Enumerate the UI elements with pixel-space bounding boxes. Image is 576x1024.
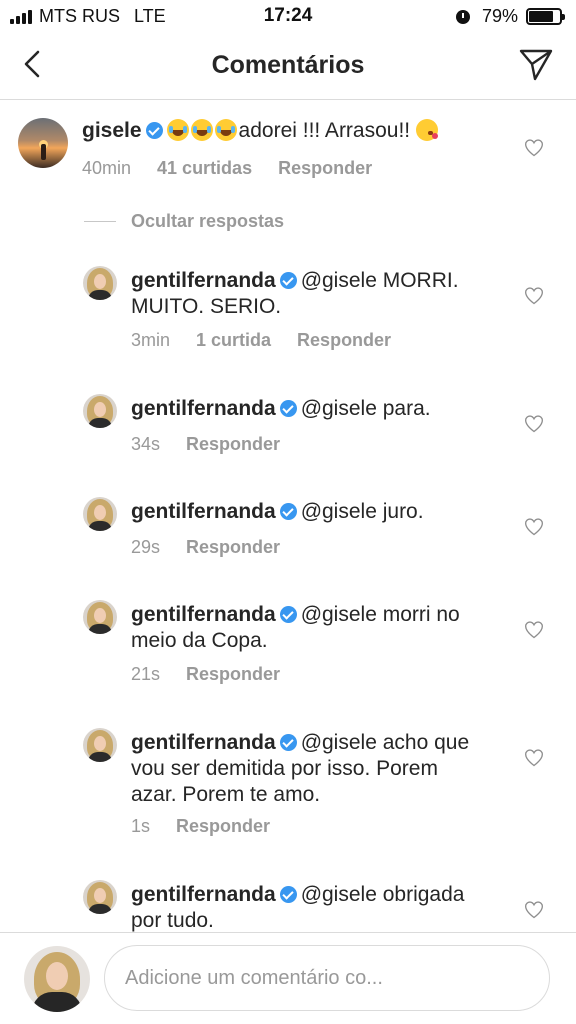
heart-outline-icon[interactable] (524, 414, 544, 434)
reply-body: azar. Porem te amo. (131, 783, 321, 806)
battery-percent: 79% (481, 6, 518, 26)
reply-button[interactable]: Responder (186, 664, 280, 685)
reply-username[interactable]: gentilfernanda (131, 397, 276, 420)
reply-meta: 29s Responder (131, 537, 280, 558)
reply-time: 3min (131, 330, 171, 350)
laughing-emoji-icon (190, 119, 213, 141)
likes-count[interactable]: 1 curtida (196, 330, 271, 351)
top-nav-bar: Comentários (0, 34, 576, 100)
heart-outline-icon[interactable] (524, 748, 544, 768)
reply-text: gentilfernanda @gisele acho que vou ser d… (131, 730, 469, 808)
reply-body: obrigada (382, 883, 465, 906)
reply-text: gentilfernanda @gisele para. (131, 396, 431, 422)
status-bar: MTS RUS LTE 17:24 79% (0, 0, 576, 34)
current-user-avatar (24, 946, 90, 1012)
avatar[interactable] (83, 266, 117, 300)
reply-button[interactable]: Responder (176, 816, 270, 837)
mention-link[interactable]: @gisele (301, 500, 377, 523)
avatar[interactable] (83, 497, 117, 531)
reply-meta: 1s Responder (131, 816, 270, 837)
battery-icon (526, 8, 565, 25)
verified-badge-icon (279, 503, 297, 520)
reply-text: gentilfernanda @gisele juro. (131, 499, 424, 525)
reply-body: MUITO. SERIO. (131, 295, 282, 318)
reply-time: 21s (131, 664, 161, 684)
reply-text: gentilfernanda @gisele MORRI. MUITO. SERI… (131, 268, 459, 320)
reply-body: MORRI. (382, 269, 459, 292)
laughing-emoji-icon (214, 119, 237, 141)
reply-text: gentilfernanda @gisele morri no meio da C… (131, 602, 460, 654)
divider-line (84, 221, 116, 222)
reply-body: vou ser demitida por isso. Porem (131, 757, 438, 780)
comment-meta: 40min 41 curtidas Responder (82, 158, 372, 179)
kiss-emoji-icon (415, 119, 438, 141)
verified-badge-icon (279, 272, 297, 289)
hide-replies-toggle[interactable]: Ocultar respostas (84, 211, 284, 232)
avatar[interactable] (83, 880, 117, 914)
avatar[interactable] (83, 728, 117, 762)
comment-input[interactable] (104, 945, 550, 1011)
reply-body: meio da Copa. (131, 629, 268, 652)
reply-time: 1s (131, 816, 151, 836)
status-right: 79% (455, 6, 565, 27)
mention-link[interactable]: @gisele (301, 603, 377, 626)
reply-time: 29s (131, 537, 161, 557)
comment-composer (0, 932, 576, 1024)
reply-username[interactable]: gentilfernanda (131, 883, 276, 906)
laughing-emoji-icon (166, 119, 189, 141)
mention-link[interactable]: @gisele (301, 731, 377, 754)
reply-username[interactable]: gentilfernanda (131, 500, 276, 523)
verified-badge-icon (279, 400, 297, 417)
reply-username[interactable]: gentilfernanda (131, 731, 276, 754)
reply-button[interactable]: Responder (186, 434, 280, 455)
verified-badge-icon (279, 886, 297, 903)
reply-meta: 34s Responder (131, 434, 280, 455)
heart-outline-icon[interactable] (524, 900, 544, 920)
comment-username[interactable]: gisele (82, 119, 142, 142)
reply-body: para. (382, 397, 431, 420)
heart-outline-icon[interactable] (524, 517, 544, 537)
page-title: Comentários (211, 51, 365, 79)
reply-meta: 3min 1 curtida Responder (131, 330, 391, 351)
comment-time: 40min (82, 158, 132, 178)
likes-count[interactable]: 41 curtidas (157, 158, 252, 179)
comment-text: gisele adorei !!! Arrasou!! (82, 118, 440, 144)
comment-list[interactable]: gisele adorei !!! Arrasou!! 40min 41 curt… (0, 100, 576, 932)
reply-body: por tudo. (131, 909, 214, 932)
heart-outline-icon[interactable] (524, 138, 544, 158)
reply-text: gentilfernanda @gisele obrigada por tudo. (131, 882, 464, 932)
reply-button[interactable]: Responder (186, 537, 280, 558)
comment-body: adorei !!! Arrasou!! (238, 119, 411, 142)
avatar[interactable] (18, 118, 68, 168)
avatar[interactable] (83, 394, 117, 428)
heart-outline-icon[interactable] (524, 286, 544, 306)
reply-username[interactable]: gentilfernanda (131, 269, 276, 292)
reply-time: 34s (131, 434, 161, 454)
mention-link[interactable]: @gisele (301, 883, 377, 906)
reply-username[interactable]: gentilfernanda (131, 603, 276, 626)
reply-button[interactable]: Responder (278, 158, 372, 179)
alarm-icon (455, 9, 470, 24)
reply-meta: 21s Responder (131, 664, 280, 685)
verified-badge-icon (279, 734, 297, 751)
direct-send-icon[interactable] (518, 46, 554, 82)
mention-link[interactable]: @gisele (301, 269, 377, 292)
mention-link[interactable]: @gisele (301, 397, 377, 420)
avatar[interactable] (83, 600, 117, 634)
reply-body: acho que (382, 731, 470, 754)
heart-outline-icon[interactable] (524, 620, 544, 640)
verified-badge-icon (145, 122, 163, 139)
hide-replies-label: Ocultar respostas (131, 211, 285, 231)
reply-button[interactable]: Responder (297, 330, 391, 351)
verified-badge-icon (279, 606, 297, 623)
reply-body: juro. (382, 500, 424, 523)
reply-body: morri no (382, 603, 460, 626)
